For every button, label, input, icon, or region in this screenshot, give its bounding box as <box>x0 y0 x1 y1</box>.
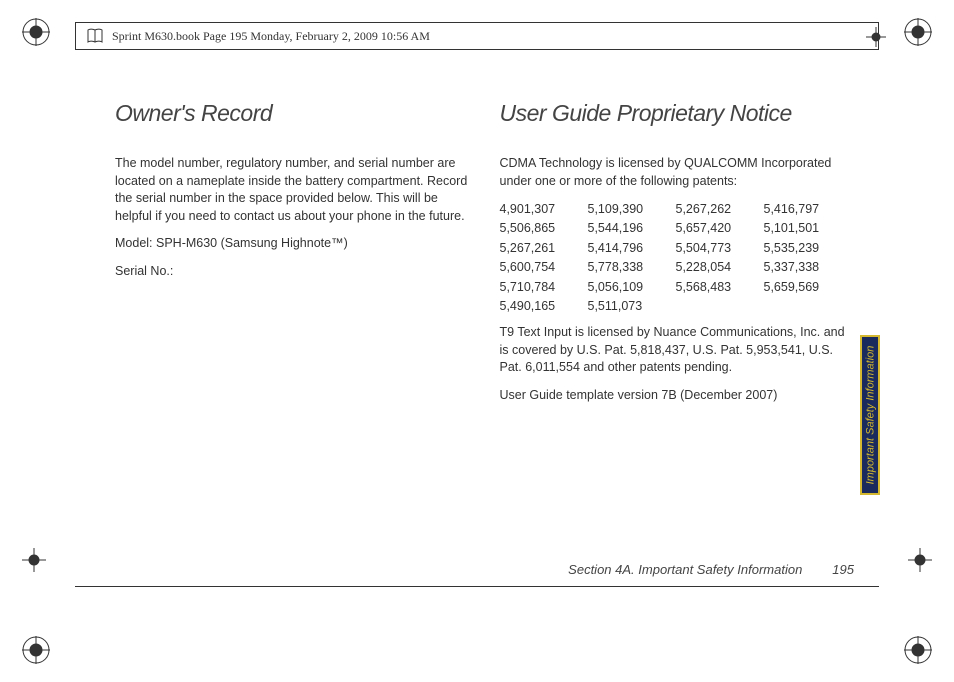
section-tab: Important Safety Information <box>860 335 880 495</box>
patent-number: 5,490,165 <box>500 297 588 316</box>
patent-number: 5,544,196 <box>588 219 676 238</box>
owners-record-body: The model number, regulatory number, and… <box>115 155 470 225</box>
patent-number: 5,101,501 <box>764 219 852 238</box>
patent-number: 5,414,796 <box>588 239 676 258</box>
patent-number: 5,416,797 <box>764 200 852 219</box>
registration-mark-icon <box>22 636 50 664</box>
model-line: Model: SPH-M630 (Samsung Highnote™) <box>115 235 470 253</box>
registration-mark-icon <box>22 18 50 46</box>
page-content: Owner's Record The model number, regulat… <box>115 100 854 414</box>
cdma-intro: CDMA Technology is licensed by QUALCOMM … <box>500 155 855 190</box>
serial-line: Serial No.: <box>115 263 470 281</box>
proprietary-notice-heading: User Guide Proprietary Notice <box>500 100 855 127</box>
patent-number: 5,600,754 <box>500 258 588 277</box>
patent-number: 5,659,569 <box>764 278 852 297</box>
patent-number: 5,506,865 <box>500 219 588 238</box>
t9-notice: T9 Text Input is licensed by Nuance Comm… <box>500 324 855 377</box>
left-column: Owner's Record The model number, regulat… <box>115 100 470 414</box>
patent-row: 5,506,8655,544,1965,657,4205,101,501 <box>500 219 855 238</box>
page-footer: Section 4A. Important Safety Information… <box>115 562 854 577</box>
patent-number: 5,568,483 <box>676 278 764 297</box>
patent-number: 4,901,307 <box>500 200 588 219</box>
patent-number: 5,657,420 <box>676 219 764 238</box>
patent-row: 5,600,7545,778,3385,228,0545,337,338 <box>500 258 855 277</box>
registration-mark-icon <box>908 548 932 572</box>
page-header-text: Sprint M630.book Page 195 Monday, Februa… <box>112 29 430 44</box>
patent-number: 5,337,338 <box>764 258 852 277</box>
registration-mark-icon <box>22 548 46 572</box>
patent-number: 5,228,054 <box>676 258 764 277</box>
patent-row: 5,267,2615,414,7965,504,7735,535,239 <box>500 239 855 258</box>
patent-row: 5,490,1655,511,073 <box>500 297 855 316</box>
section-tab-label: Important Safety Information <box>864 346 876 485</box>
right-column: User Guide Proprietary Notice CDMA Techn… <box>500 100 855 414</box>
patent-number: 5,511,073 <box>588 297 676 316</box>
patent-number <box>764 297 852 316</box>
owners-record-heading: Owner's Record <box>115 100 470 127</box>
template-version: User Guide template version 7B (December… <box>500 387 855 405</box>
footer-rule <box>75 586 879 587</box>
patent-number: 5,267,262 <box>676 200 764 219</box>
registration-mark-icon <box>904 636 932 664</box>
patent-number: 5,535,239 <box>764 239 852 258</box>
patent-number: 5,056,109 <box>588 278 676 297</box>
page-header-frame: Sprint M630.book Page 195 Monday, Februa… <box>75 22 879 50</box>
patent-number <box>676 297 764 316</box>
registration-mark-icon <box>904 18 932 46</box>
page-number: 195 <box>832 562 854 577</box>
patent-number: 5,267,261 <box>500 239 588 258</box>
patent-number: 5,109,390 <box>588 200 676 219</box>
patent-number: 5,710,784 <box>500 278 588 297</box>
patent-row: 5,710,7845,056,1095,568,4835,659,569 <box>500 278 855 297</box>
registration-mark-icon <box>866 27 886 52</box>
patent-table: 4,901,3075,109,3905,267,2625,416,7975,50… <box>500 200 855 316</box>
patent-number: 5,504,773 <box>676 239 764 258</box>
patent-number: 5,778,338 <box>588 258 676 277</box>
patent-row: 4,901,3075,109,3905,267,2625,416,797 <box>500 200 855 219</box>
book-icon <box>86 27 104 45</box>
footer-section-label: Section 4A. Important Safety Information <box>568 562 802 577</box>
